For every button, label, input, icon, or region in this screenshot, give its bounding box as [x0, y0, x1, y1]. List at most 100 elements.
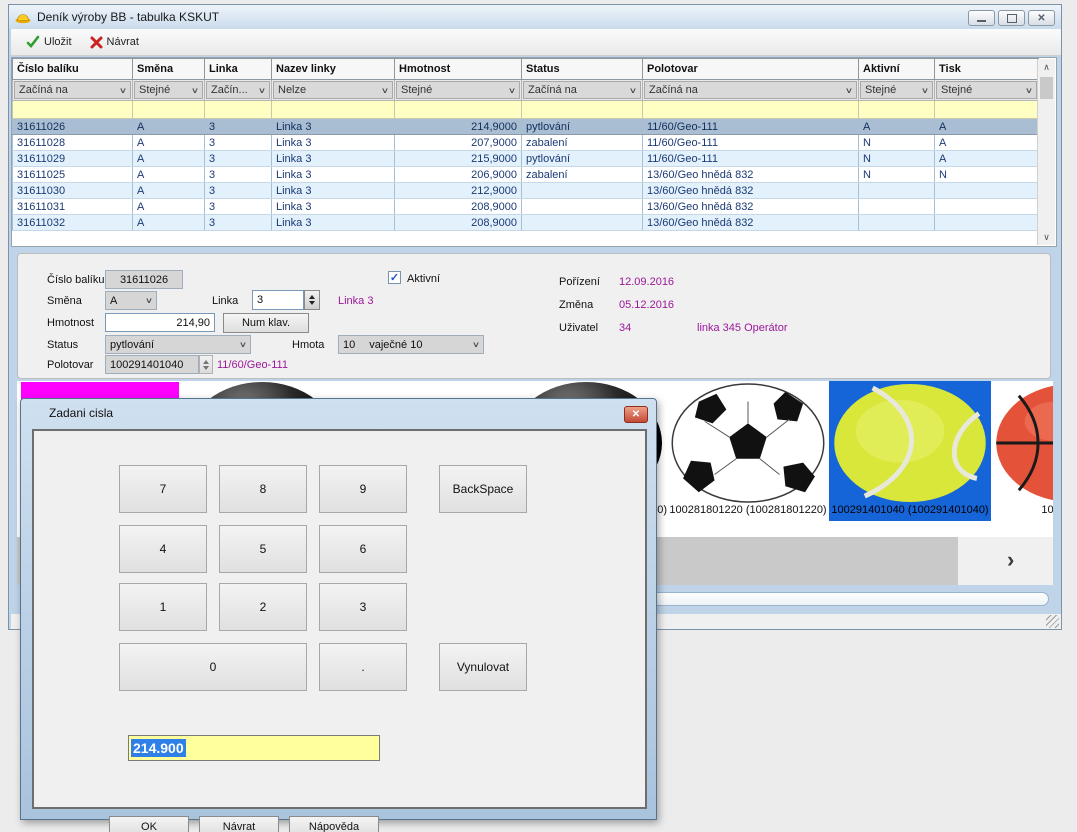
key-6[interactable]: 6	[319, 525, 407, 573]
back-label: Návrat	[107, 36, 139, 48]
filter-cell: Začín...∨	[205, 80, 272, 101]
resize-grip-icon[interactable]	[1046, 615, 1059, 628]
help-button[interactable]: Nápověda	[289, 816, 379, 832]
gallery-item-6[interactable]: 1002914120	[991, 381, 1053, 521]
linka-label: Linka	[212, 295, 238, 307]
zmena-value: 05.12.2016	[619, 299, 674, 311]
key-vynulovat[interactable]: Vynulovat	[439, 643, 527, 691]
linka-spin-button[interactable]	[304, 290, 320, 310]
cell: 13/60/Geo hnědá 832	[643, 215, 859, 231]
cell	[522, 215, 643, 231]
gallery-item-5[interactable]: 100291401040 (100291401040)	[829, 381, 991, 521]
key-9[interactable]: 9	[319, 465, 407, 513]
scroll-down-icon[interactable]: ∨	[1038, 229, 1055, 245]
column-header-0[interactable]: Číslo balíku	[13, 59, 133, 80]
minimize-button[interactable]	[968, 10, 995, 26]
key-1[interactable]: 1	[119, 583, 207, 631]
filter-value: Začíná na	[19, 84, 68, 96]
filter-input-cell[interactable]	[205, 101, 272, 119]
key-4[interactable]: 4	[119, 525, 207, 573]
column-header-4[interactable]: Hmotnost	[395, 59, 522, 80]
key-7[interactable]: 7	[119, 465, 207, 513]
filter-input-cell[interactable]	[13, 101, 133, 119]
key-3[interactable]: 3	[319, 583, 407, 631]
filter-combo-2[interactable]: Začín...∨	[206, 81, 270, 99]
close-button[interactable]: ✕	[1028, 10, 1055, 26]
column-header-1[interactable]: Směna	[133, 59, 205, 80]
filter-combo-5[interactable]: Začíná na∨	[523, 81, 641, 99]
key-5[interactable]: 5	[219, 525, 307, 573]
key-2[interactable]: 2	[219, 583, 307, 631]
filter-input-cell[interactable]	[395, 101, 522, 119]
table-row[interactable]: 31611025A3Linka 3206,9000zabalení13/60/G…	[13, 167, 1039, 183]
chevron-down-icon: ∨	[239, 340, 247, 349]
soccer-ball-image	[669, 382, 827, 504]
filter-input-cell[interactable]	[272, 101, 395, 119]
filter-input-cell[interactable]	[935, 101, 1039, 119]
filter-input-cell[interactable]	[859, 101, 935, 119]
cell: zabalení	[522, 167, 643, 183]
smena-combo[interactable]: A∨	[105, 291, 157, 310]
table-row[interactable]: 31611032A3Linka 3208,900013/60/Geo hnědá…	[13, 215, 1039, 231]
cell: 31611026	[13, 119, 133, 135]
dialog-back-button[interactable]: Návrat	[199, 816, 279, 832]
hmota-combo[interactable]: 10 vaječné 10 ∨	[338, 335, 484, 354]
filter-cell: Stejné∨	[935, 80, 1039, 101]
table-row[interactable]: 31611029A3Linka 3215,9000pytlování11/60/…	[13, 151, 1039, 167]
chevron-down-icon: ∨	[845, 86, 853, 95]
table-row[interactable]: 31611030A3Linka 3212,900013/60/Geo hnědá…	[13, 183, 1039, 199]
filter-input-cell[interactable]	[643, 101, 859, 119]
aktivni-checkbox[interactable]: ✓	[388, 271, 401, 284]
filter-value: Stejné	[401, 84, 432, 96]
column-header-8[interactable]: Tisk	[935, 59, 1039, 80]
column-header-3[interactable]: Nazev linky	[272, 59, 395, 80]
key-decimal[interactable]: .	[319, 643, 407, 691]
gallery-item-4[interactable]: 100281801220 (100281801220)	[667, 381, 829, 521]
column-header-6[interactable]: Polotovar	[643, 59, 859, 80]
scroll-right-icon[interactable]: ›	[1007, 547, 1014, 573]
vertical-scrollbar[interactable]: ∧ ∨	[1037, 59, 1055, 245]
dialog-titlebar[interactable]: Zadani cisla ✕	[21, 399, 656, 427]
save-label: Uložit	[44, 36, 72, 48]
spin-up-icon	[309, 295, 315, 299]
filter-input-cell[interactable]	[522, 101, 643, 119]
filter-combo-0[interactable]: Začíná na∨	[14, 81, 131, 99]
polotovar-spin-button[interactable]	[199, 355, 213, 374]
cell: 13/60/Geo hnědá 832	[643, 199, 859, 215]
filter-input-cell[interactable]	[133, 101, 205, 119]
amount-input[interactable]: 214.900	[128, 735, 380, 761]
data-grid: Číslo balíkuSměnaLinkaNazev linkyHmotnos…	[12, 58, 1039, 231]
column-header-5[interactable]: Status	[522, 59, 643, 80]
table-row[interactable]: 31611026A3Linka 3214,9000pytlování11/60/…	[13, 119, 1039, 135]
filter-combo-4[interactable]: Stejné∨	[396, 81, 520, 99]
red-x-icon	[90, 36, 103, 49]
linka-spinner-input[interactable]: 3	[252, 290, 304, 310]
column-header-7[interactable]: Aktivní	[859, 59, 935, 80]
filter-combo-1[interactable]: Stejné∨	[134, 81, 203, 99]
restore-button[interactable]	[998, 10, 1025, 26]
cell: 31611028	[13, 135, 133, 151]
filter-combo-3[interactable]: Nelze∨	[273, 81, 393, 99]
key-0[interactable]: 0	[119, 643, 307, 691]
titlebar[interactable]: Deník výroby BB - tabulka KSKUT ✕	[9, 5, 1061, 29]
scrollbar-thumb[interactable]	[1040, 77, 1053, 99]
table-row[interactable]: 31611031A3Linka 3208,900013/60/Geo hnědá…	[13, 199, 1039, 215]
ok-button[interactable]: OK	[109, 816, 189, 832]
filter-combo-6[interactable]: Začíná na∨	[644, 81, 857, 99]
save-button[interactable]: Uložit	[19, 32, 79, 52]
key-backspace[interactable]: BackSpace	[439, 465, 527, 513]
cell: A	[935, 135, 1039, 151]
cell: 215,9000	[395, 151, 522, 167]
hmotnost-input[interactable]: 214,90	[105, 313, 215, 332]
cell: Linka 3	[272, 119, 395, 135]
back-button[interactable]: Návrat	[83, 33, 146, 52]
key-8[interactable]: 8	[219, 465, 307, 513]
column-header-2[interactable]: Linka	[205, 59, 272, 80]
filter-combo-7[interactable]: Stejné∨	[860, 81, 933, 99]
scroll-up-icon[interactable]: ∧	[1038, 59, 1055, 75]
filter-combo-8[interactable]: Stejné∨	[936, 81, 1037, 99]
dialog-close-button[interactable]: ✕	[624, 406, 648, 423]
table-row[interactable]: 31611028A3Linka 3207,9000zabalení11/60/G…	[13, 135, 1039, 151]
status-combo[interactable]: pytlování∨	[105, 335, 251, 354]
num-klav-button[interactable]: Num klav.	[223, 313, 309, 333]
